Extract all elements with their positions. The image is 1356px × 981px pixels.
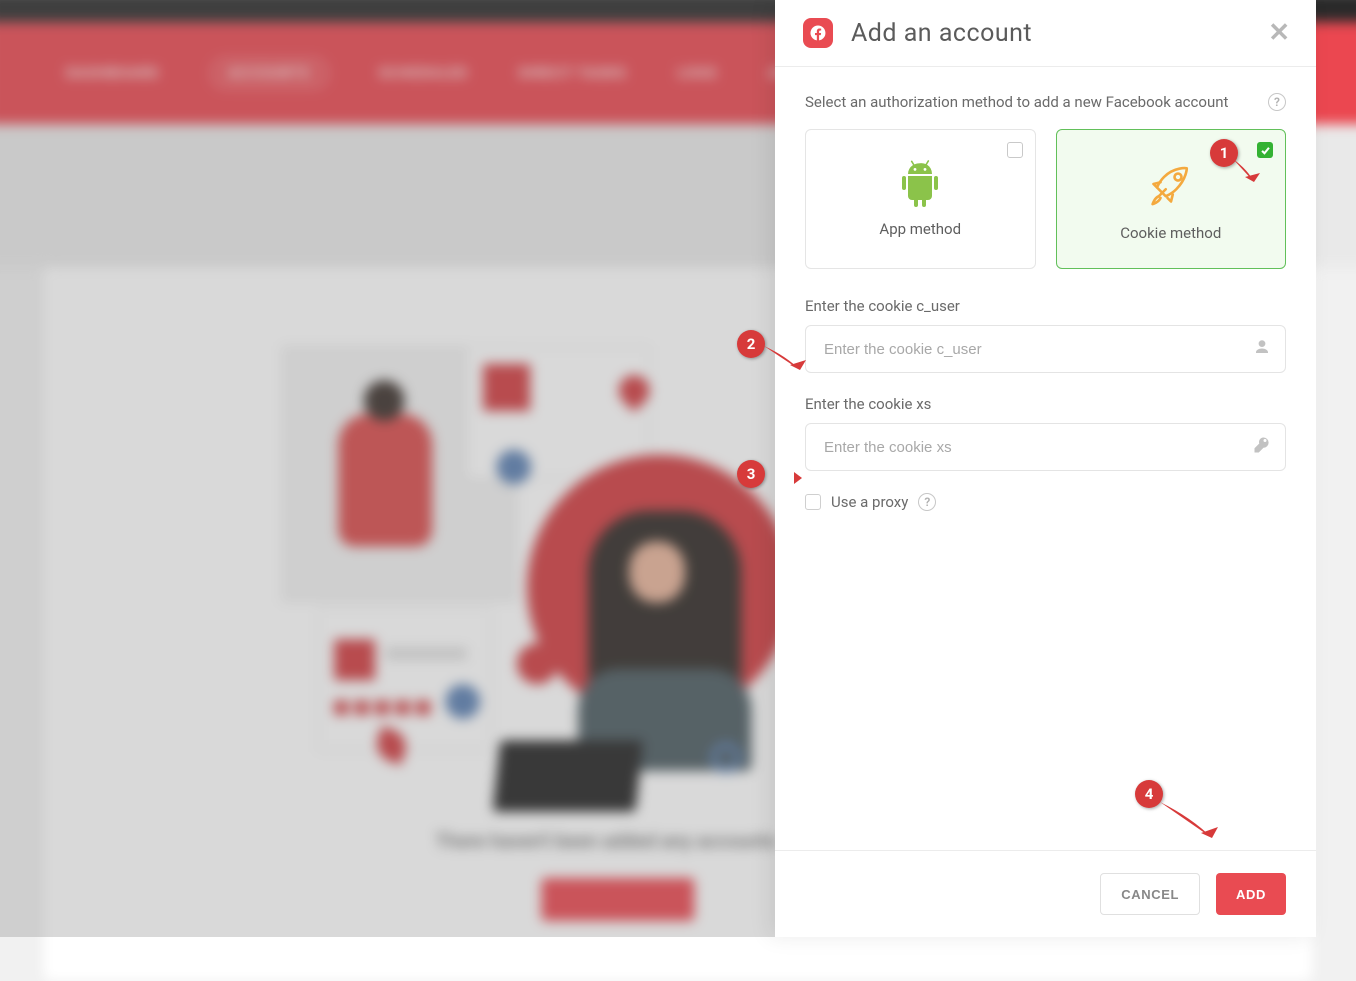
help-icon[interactable]: ? bbox=[1268, 93, 1286, 111]
xs-label: Enter the cookie xs bbox=[805, 395, 1286, 413]
facebook-icon bbox=[803, 18, 833, 48]
rocket-icon bbox=[1143, 156, 1199, 212]
cuser-label: Enter the cookie c_user bbox=[805, 297, 1286, 315]
method-app-label: App method bbox=[879, 220, 961, 238]
cancel-button[interactable]: CANCEL bbox=[1100, 873, 1200, 915]
proxy-checkbox[interactable] bbox=[805, 494, 821, 510]
xs-input[interactable] bbox=[806, 424, 1285, 470]
key-icon bbox=[1253, 436, 1271, 458]
proxy-help-icon[interactable]: ? bbox=[918, 493, 936, 511]
add-button[interactable]: ADD bbox=[1216, 873, 1286, 915]
method-cookie-card[interactable]: Cookie method bbox=[1056, 129, 1287, 269]
proxy-label: Use a proxy bbox=[831, 493, 908, 511]
add-account-panel: Add an account ✕ Select an authorization… bbox=[775, 0, 1316, 937]
cuser-input[interactable] bbox=[806, 326, 1285, 372]
unchecked-box-icon bbox=[1007, 142, 1023, 158]
modal-backdrop bbox=[0, 0, 775, 937]
android-icon bbox=[896, 160, 944, 208]
user-icon bbox=[1253, 338, 1271, 360]
panel-instruction: Select an authorization method to add a … bbox=[805, 93, 1228, 111]
close-icon[interactable]: ✕ bbox=[1268, 20, 1290, 46]
method-app-card[interactable]: App method bbox=[805, 129, 1036, 269]
method-cookie-label: Cookie method bbox=[1120, 224, 1221, 242]
panel-title: Add an account bbox=[851, 19, 1268, 48]
checked-box-icon bbox=[1257, 142, 1273, 158]
